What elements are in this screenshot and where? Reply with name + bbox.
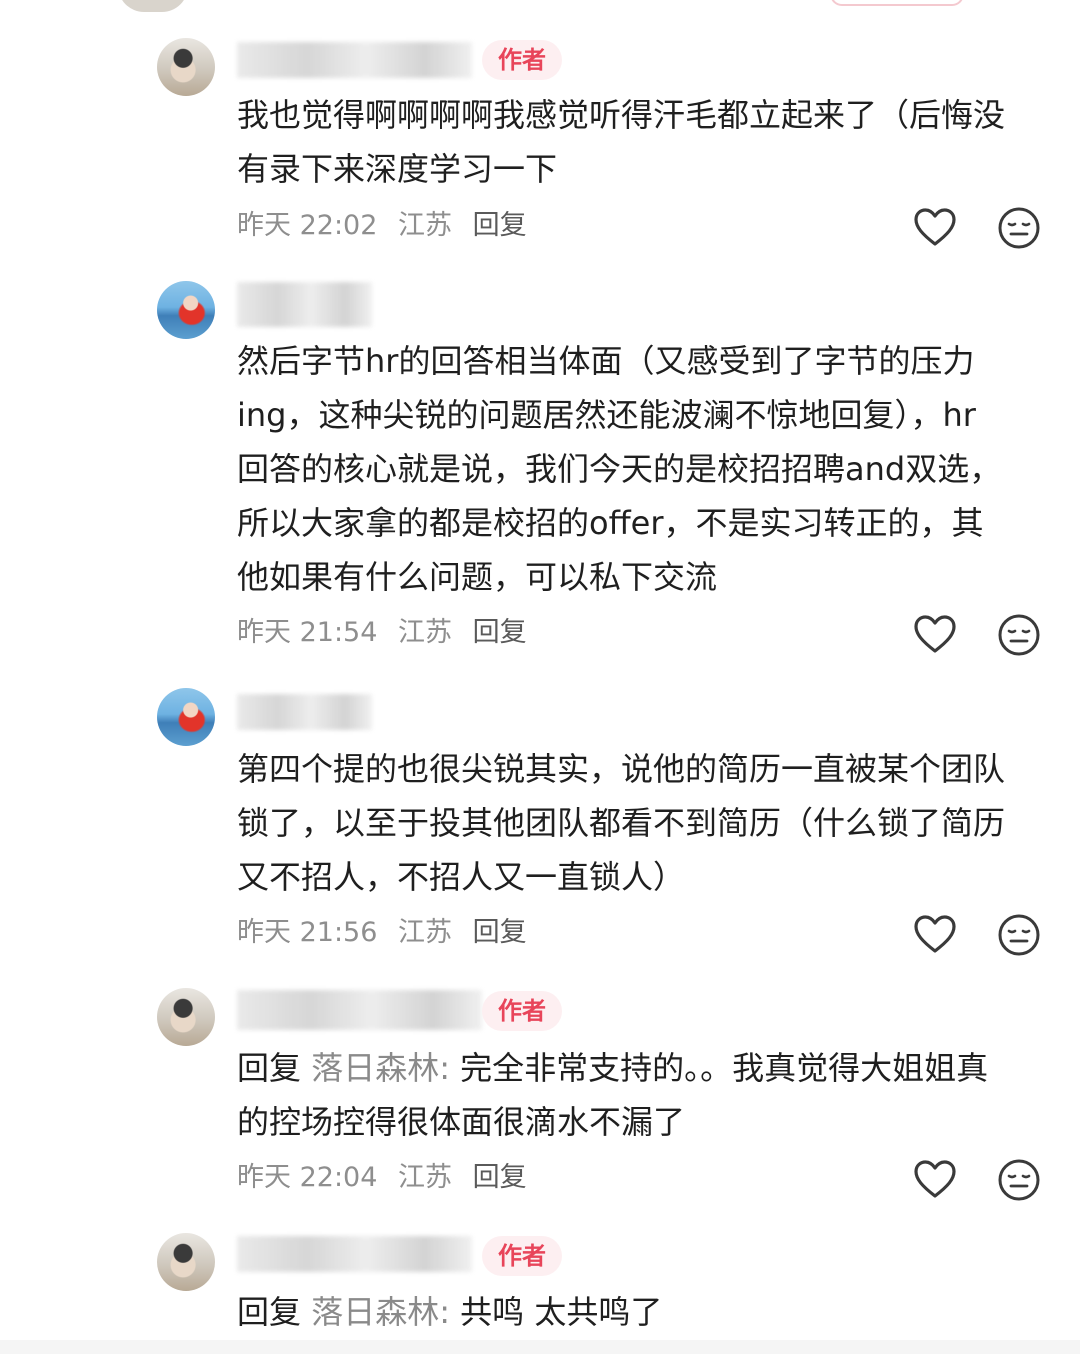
heart-outline-icon[interactable] — [912, 1157, 958, 1203]
comment-text: 回复 落日森林: 共鸣 太共鸣了 — [237, 1285, 1007, 1339]
comment-meta: 昨天 21:54 江苏 回复 — [237, 613, 539, 653]
previous-avatar-fragment — [118, 0, 188, 12]
neutral-face-icon[interactable] — [996, 205, 1042, 251]
reply-button[interactable]: 回复 — [473, 1162, 527, 1193]
comment-time: 昨天 21:56 — [237, 917, 378, 948]
comment-text: 回复 落日森林: 完全非常支持的。。我真觉得大姐姐真的控场控得很体面很滴水不漏了 — [237, 1041, 1007, 1149]
reply-prefix: 回复 — [237, 1293, 302, 1331]
username-blurred[interactable] — [237, 282, 372, 327]
bottom-divider — [0, 1340, 1080, 1354]
previous-button-fragment — [830, 0, 964, 6]
comment-time: 昨天 21:54 — [237, 617, 378, 648]
comment-time: 昨天 22:04 — [237, 1162, 378, 1193]
heart-outline-icon[interactable] — [912, 205, 958, 251]
comment-text: 第四个提的也很尖锐其实，说他的简历一直被某个团队锁了，以至于投其他团队都看不到简… — [237, 750, 1006, 896]
comment-location: 江苏 — [398, 1162, 452, 1193]
neutral-face-icon[interactable] — [996, 612, 1042, 658]
author-badge: 作者 — [482, 1236, 562, 1276]
username-blurred[interactable] — [237, 1236, 472, 1272]
comment-location: 江苏 — [398, 917, 452, 948]
reply-target-username[interactable]: 落日森林: — [311, 1293, 450, 1331]
comment-location: 江苏 — [398, 210, 452, 241]
comment-location: 江苏 — [398, 617, 452, 648]
reply-button[interactable]: 回复 — [473, 617, 527, 648]
neutral-face-icon[interactable] — [996, 1157, 1042, 1203]
comment-body: 共鸣 太共鸣了 — [460, 1293, 663, 1331]
author-badge: 作者 — [482, 40, 562, 80]
avatar[interactable] — [157, 281, 215, 339]
reply-target-username[interactable]: 落日森林: — [311, 1049, 450, 1087]
username-blurred[interactable] — [237, 694, 372, 730]
heart-outline-icon[interactable] — [912, 612, 958, 658]
heart-outline-icon[interactable] — [912, 912, 958, 958]
comment-text: 然后字节hr的回答相当体面（又感受到了字节的压力ing，这种尖锐的问题居然还能波… — [237, 342, 1002, 596]
comment-meta: 昨天 21:56 江苏 回复 — [237, 913, 539, 953]
avatar[interactable] — [157, 1233, 215, 1291]
comment-text: 我也觉得啊啊啊啊我感觉听得汗毛都立起来了（后悔没有录下来深度学习一下 — [237, 96, 1006, 188]
reply-prefix: 回复 — [237, 1049, 302, 1087]
avatar[interactable] — [157, 988, 215, 1046]
username-blurred[interactable] — [237, 42, 472, 78]
avatar[interactable] — [157, 38, 215, 96]
neutral-face-icon[interactable] — [996, 912, 1042, 958]
author-badge: 作者 — [482, 991, 562, 1031]
comment-meta: 昨天 22:02 江苏 回复 — [237, 206, 539, 246]
comment-time: 昨天 22:02 — [237, 210, 378, 241]
reply-button[interactable]: 回复 — [473, 210, 527, 241]
reply-button[interactable]: 回复 — [473, 917, 527, 948]
avatar[interactable] — [157, 688, 215, 746]
comment-meta: 昨天 22:04 江苏 回复 — [237, 1158, 539, 1198]
username-blurred[interactable] — [237, 990, 482, 1030]
